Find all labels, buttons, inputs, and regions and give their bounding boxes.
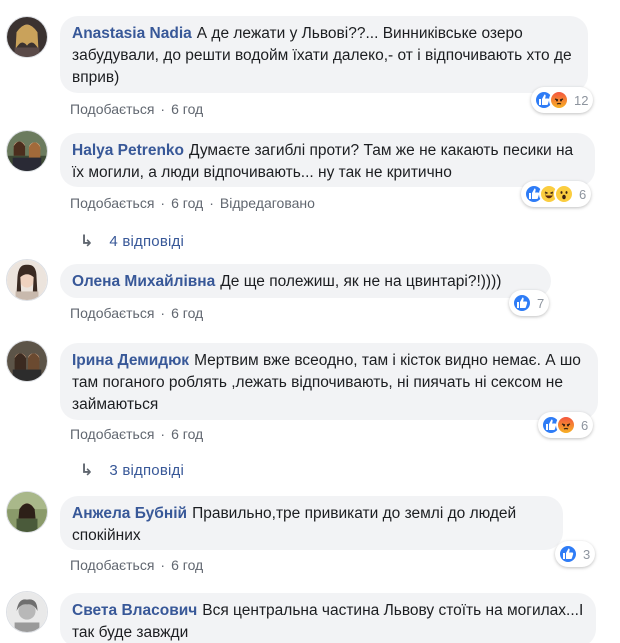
- edited-label[interactable]: Відредаговано: [220, 195, 315, 211]
- comment-meta: Подобається · 6 год: [70, 305, 204, 321]
- like-link[interactable]: Подобається: [70, 426, 154, 442]
- view-replies-link[interactable]: ↳ 4 відповіді: [80, 231, 184, 251]
- comment-author[interactable]: Anastasia Nadia: [72, 25, 192, 42]
- comment-meta: Подобається · 6 год: [70, 557, 204, 573]
- comment-meta: Подобається · 6 год: [70, 426, 204, 442]
- avatar[interactable]: [6, 340, 48, 382]
- reaction-count: 6: [581, 417, 589, 433]
- comment-time[interactable]: 6 год: [171, 557, 203, 573]
- avatar[interactable]: [6, 491, 48, 533]
- comment-author[interactable]: Света Власович: [72, 602, 197, 619]
- comment-time[interactable]: 6 год: [171, 195, 203, 211]
- like-reaction-icon: [512, 293, 532, 313]
- comment-bubble: Anastasia Nadia А де лежати у Львові??...…: [60, 16, 588, 93]
- avatar[interactable]: [6, 16, 48, 58]
- replies-count[interactable]: 3 відповіді: [109, 462, 184, 479]
- replies-count[interactable]: 4 відповіді: [109, 233, 184, 250]
- avatar[interactable]: [6, 591, 48, 633]
- wow-reaction-icon: [554, 184, 574, 204]
- like-link[interactable]: Подобається: [70, 195, 154, 211]
- reactions-summary[interactable]: 6: [521, 181, 592, 207]
- reply-arrow-icon: ↳: [80, 233, 94, 250]
- comment-text: Де ще полежиш, як не на цвинтарі?!)))): [220, 273, 502, 290]
- comment-meta: Подобається · 6 год · Відредаговано: [70, 195, 315, 211]
- avatar[interactable]: [6, 130, 48, 172]
- comment-author[interactable]: Анжела Бубній: [72, 505, 187, 522]
- like-reaction-icon: [558, 544, 578, 564]
- angry-reaction-icon: [549, 90, 569, 110]
- comment-time[interactable]: 6 год: [171, 426, 203, 442]
- comment-bubble: Анжела Бубній Правильно,тре привикати до …: [60, 496, 563, 550]
- like-link[interactable]: Подобається: [70, 557, 154, 573]
- reaction-count: 7: [537, 295, 545, 311]
- reactions-summary[interactable]: 3: [555, 541, 596, 567]
- comment-bubble: Halya Petrenko Думаєте загиблі проти? Там…: [60, 133, 595, 187]
- comment-meta: Подобається · 6 год: [70, 101, 204, 117]
- angry-reaction-icon: [556, 415, 576, 435]
- like-link[interactable]: Подобається: [70, 101, 154, 117]
- reactions-summary[interactable]: 7: [509, 290, 550, 316]
- comment-author[interactable]: Ірина Демидюк: [72, 352, 189, 369]
- view-replies-link[interactable]: ↳ 3 відповіді: [80, 460, 184, 480]
- avatar[interactable]: [6, 259, 48, 301]
- reactions-summary[interactable]: 12: [531, 87, 594, 113]
- comment-time[interactable]: 6 год: [171, 101, 203, 117]
- reaction-count: 6: [579, 186, 587, 202]
- reaction-count: 12: [574, 92, 589, 108]
- comment-bubble: Света Власович Вся центральна частина Льв…: [60, 593, 596, 643]
- comment-author[interactable]: Олена Михайлівна: [72, 273, 215, 290]
- comment-bubble: Олена Михайлівна Де ще полежиш, як не на …: [60, 264, 551, 298]
- comment-bubble: Ірина Демидюк Мертвим вже всеодно, там і …: [60, 343, 598, 420]
- comment-time[interactable]: 6 год: [171, 305, 203, 321]
- comment-author[interactable]: Halya Petrenko: [72, 142, 184, 159]
- reactions-summary[interactable]: 6: [538, 412, 594, 438]
- reaction-count: 3: [583, 546, 591, 562]
- reply-arrow-icon: ↳: [80, 462, 94, 479]
- like-link[interactable]: Подобається: [70, 305, 154, 321]
